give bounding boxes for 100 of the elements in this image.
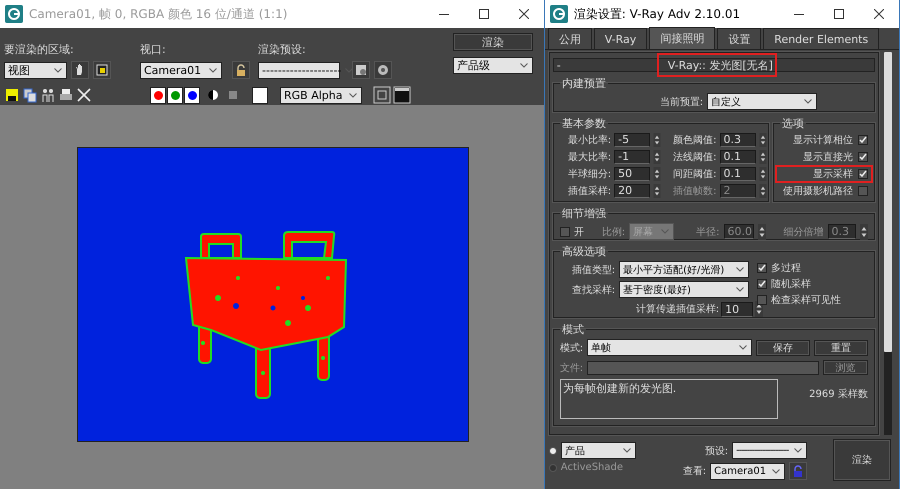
spinner-arrows-icon[interactable] bbox=[758, 150, 767, 164]
collapse-toggle[interactable]: - bbox=[556, 58, 561, 72]
render-button[interactable]: 渲染 bbox=[833, 439, 891, 481]
spinner-arrows-icon[interactable] bbox=[758, 167, 767, 181]
checkbox-label: 开 bbox=[574, 226, 584, 238]
dropdown[interactable]: 产品级 bbox=[453, 57, 533, 74]
tab[interactable]: V-Ray bbox=[594, 28, 648, 49]
caret-icon bbox=[54, 68, 62, 72]
app-logo-icon bbox=[5, 5, 23, 23]
spinner-field[interactable]: 0.3 bbox=[720, 133, 756, 147]
checkbox[interactable] bbox=[858, 152, 868, 162]
half-circle-icon[interactable] bbox=[205, 87, 221, 103]
dropdown[interactable]: 最小平方适配(好/光滑) bbox=[619, 261, 750, 278]
checkbox[interactable] bbox=[858, 169, 868, 179]
copy-icon[interactable] bbox=[22, 87, 38, 103]
dropdown[interactable]: 单帧 bbox=[587, 339, 752, 356]
spinner-field[interactable]: -1 bbox=[614, 150, 650, 164]
reset-button[interactable]: 重置 bbox=[814, 340, 868, 356]
dropdown[interactable]: 自定义 bbox=[707, 93, 818, 110]
radio-button[interactable] bbox=[548, 446, 557, 454]
dropdown[interactable]: 基于密度(最好) bbox=[619, 281, 750, 298]
checkbox-label: 随机采样 bbox=[771, 278, 812, 291]
spinner-field[interactable]: 0.1 bbox=[720, 167, 756, 181]
dropdown[interactable]: -------------------- bbox=[732, 442, 808, 459]
window-icon[interactable] bbox=[393, 86, 411, 104]
tab[interactable]: 间接照明 bbox=[649, 27, 716, 49]
radio-button[interactable] bbox=[548, 464, 557, 472]
field-label: 预设: bbox=[704, 444, 728, 458]
spinner-arrows-icon[interactable] bbox=[653, 184, 662, 198]
checkbox[interactable] bbox=[858, 186, 868, 196]
checkbox[interactable] bbox=[560, 226, 570, 236]
field-label: 间距阈值: bbox=[673, 168, 717, 181]
browse-button[interactable]: 浏览 bbox=[822, 360, 868, 375]
save-button[interactable]: 保存 bbox=[756, 340, 810, 356]
field-label: 比例: bbox=[602, 226, 626, 238]
color-swatch[interactable] bbox=[252, 86, 268, 104]
clear-icon[interactable] bbox=[76, 87, 92, 103]
spinner-arrows-icon[interactable] bbox=[758, 224, 766, 240]
tab[interactable]: 设置 bbox=[717, 28, 762, 49]
preset-load-button[interactable] bbox=[352, 61, 370, 79]
tab[interactable]: Render Elements bbox=[763, 28, 880, 49]
document-icon bbox=[355, 64, 367, 76]
spinner-arrows-icon[interactable] bbox=[653, 150, 662, 164]
caret-icon bbox=[736, 287, 744, 292]
caret-icon bbox=[736, 267, 744, 272]
tab[interactable]: 公用 bbox=[548, 28, 592, 49]
channel-button[interactable] bbox=[184, 86, 200, 104]
spinner-arrows-icon[interactable] bbox=[860, 224, 868, 240]
dropdown[interactable]: 产品 bbox=[560, 442, 636, 459]
app-logo-icon bbox=[550, 5, 568, 23]
checkmark-icon bbox=[858, 170, 867, 178]
print-icon[interactable] bbox=[58, 87, 74, 103]
channel-button[interactable] bbox=[150, 86, 166, 104]
spinner-field[interactable]: 10 bbox=[721, 302, 754, 316]
people-icon[interactable] bbox=[40, 87, 56, 103]
spinner-arrows-icon[interactable] bbox=[758, 184, 767, 198]
caret-icon bbox=[804, 99, 812, 104]
frame-icon[interactable] bbox=[373, 86, 391, 104]
settings-button[interactable] bbox=[374, 61, 392, 79]
spinner-arrows-icon[interactable] bbox=[653, 167, 662, 181]
spinner-field[interactable]: 0.1 bbox=[720, 150, 756, 164]
field-label: 模式: bbox=[560, 342, 584, 354]
region-button[interactable] bbox=[93, 61, 111, 79]
lock-button[interactable] bbox=[232, 61, 250, 79]
dropdown[interactable]: Camera01 bbox=[140, 62, 222, 78]
field-label: 颜色阈值: bbox=[673, 134, 717, 147]
spinner-field[interactable]: -5 bbox=[614, 133, 650, 147]
rollout-title: V-Ray:: 发光图[无名] bbox=[668, 58, 773, 72]
spinner-arrows-icon[interactable] bbox=[653, 133, 662, 147]
checkbox[interactable] bbox=[757, 295, 768, 305]
checkbox-label: 多过程 bbox=[771, 262, 802, 275]
rollout-header[interactable]: - V-Ray:: 发光图[无名] bbox=[552, 58, 875, 72]
spinner-field[interactable]: 50 bbox=[614, 167, 650, 181]
dropdown[interactable]: Camera01 bbox=[710, 462, 786, 480]
checkbox[interactable] bbox=[757, 263, 768, 273]
caret-icon bbox=[739, 345, 748, 350]
window-title: 渲染设置: V-Ray Adv 2.10.01 bbox=[574, 6, 740, 22]
group-title: 选项 bbox=[780, 116, 805, 131]
spinner-field[interactable]: 60.0 bbox=[724, 224, 754, 239]
checkbox[interactable] bbox=[858, 135, 868, 145]
maximize-icon bbox=[834, 9, 844, 19]
field-label: 最大比率: bbox=[568, 150, 612, 164]
group-title: 细节增强 bbox=[560, 206, 607, 221]
channel-button[interactable] bbox=[167, 86, 183, 104]
lock-icon bbox=[793, 465, 804, 477]
spinner-field[interactable]: 20 bbox=[614, 184, 650, 198]
dropdown[interactable]: 视图 bbox=[4, 62, 67, 78]
lock-icon bbox=[236, 64, 246, 76]
dropdown[interactable]: RGB Alpha bbox=[280, 86, 362, 104]
render-button[interactable]: 渲染 bbox=[453, 33, 533, 51]
group-title: 模式 bbox=[560, 322, 585, 337]
scrollbar[interactable] bbox=[884, 52, 892, 435]
spinner-arrows-icon[interactable] bbox=[758, 133, 767, 147]
spinner-field[interactable]: 0.3 bbox=[828, 224, 856, 239]
file-path-field[interactable] bbox=[587, 360, 819, 374]
checkbox[interactable] bbox=[757, 279, 768, 289]
caret-icon bbox=[349, 92, 357, 98]
pan-button[interactable] bbox=[71, 61, 89, 79]
save-icon[interactable] bbox=[4, 87, 20, 103]
field-label: 文件: bbox=[560, 362, 584, 374]
